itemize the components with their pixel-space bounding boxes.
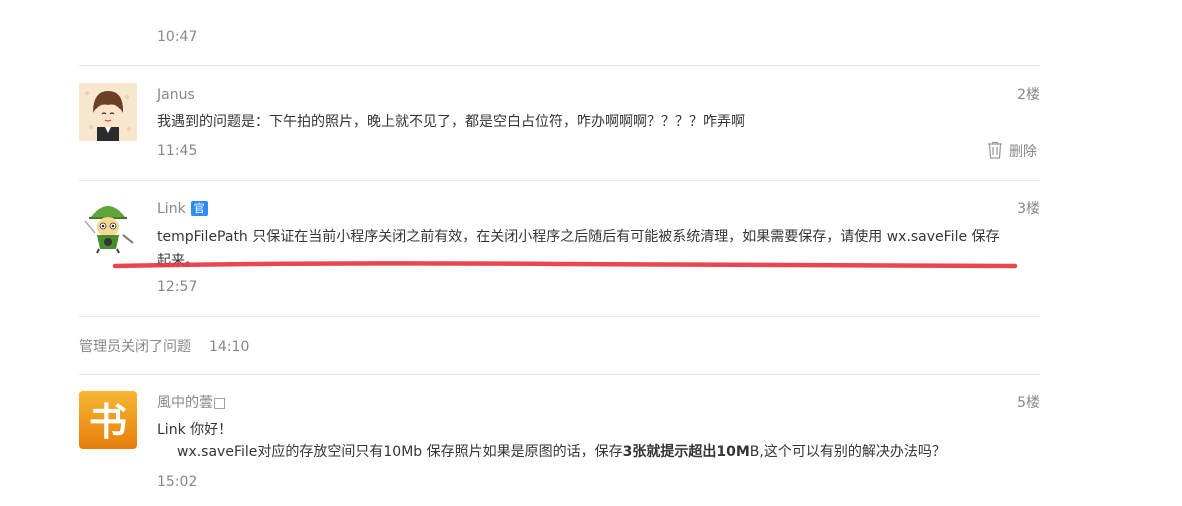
comment-time: 11:45	[157, 143, 198, 159]
red-underline-annotation	[112, 261, 1018, 269]
cartoon-boy-avatar-icon	[79, 83, 137, 141]
user-avatar[interactable]	[79, 197, 137, 255]
link-character-avatar-icon	[79, 197, 137, 255]
comment-content: wx.saveFile对应的存放空间只有10Mb 保存照片如果是原图的话，保存3…	[177, 441, 946, 463]
floor-number: 5楼	[1017, 395, 1040, 411]
comment-greeting: Link 你好！	[157, 422, 233, 438]
admin-closed-notice: 管理员关闭了问题	[79, 339, 191, 355]
divider	[79, 316, 1040, 317]
author-name[interactable]: Link	[157, 201, 186, 217]
delete-label: 删除	[1009, 144, 1037, 160]
comment-content: 我遇到的问题是：下午拍的照片，晚上就不见了，都是空白占位符，咋办啊啊啊？？？？咋…	[157, 114, 745, 130]
comment-author[interactable]: Janus	[157, 85, 195, 105]
floor-number: 3楼	[1017, 201, 1040, 217]
comment-time: 10:47	[157, 29, 198, 45]
user-avatar[interactable]: 书	[79, 391, 137, 449]
book-app-avatar-icon: 书	[79, 391, 137, 449]
floor-number: 2楼	[1017, 87, 1040, 103]
user-avatar[interactable]	[79, 83, 137, 141]
comment-time: 15:02	[157, 474, 198, 490]
content-bold-text: 3张就提示超出10M	[622, 444, 750, 460]
content-text: wx.saveFile对应的存放空间只有10Mb 保存照片如果是原图的话，保存	[177, 444, 623, 460]
event-time: 14:10	[209, 339, 250, 355]
delete-button[interactable]: 删除	[987, 141, 1037, 162]
comment-author[interactable]: 風中的蕓□	[157, 393, 226, 413]
trash-icon	[988, 141, 1002, 159]
divider	[79, 180, 1040, 181]
comment-time: 12:57	[157, 279, 198, 295]
content-text: B,这个可以有别的解决办法吗？	[749, 444, 946, 460]
divider	[79, 374, 1040, 375]
official-badge: 官	[190, 201, 208, 216]
divider	[79, 65, 1040, 66]
book-glyph: 书	[89, 400, 127, 444]
comment-author[interactable]: Link 官	[157, 199, 208, 219]
